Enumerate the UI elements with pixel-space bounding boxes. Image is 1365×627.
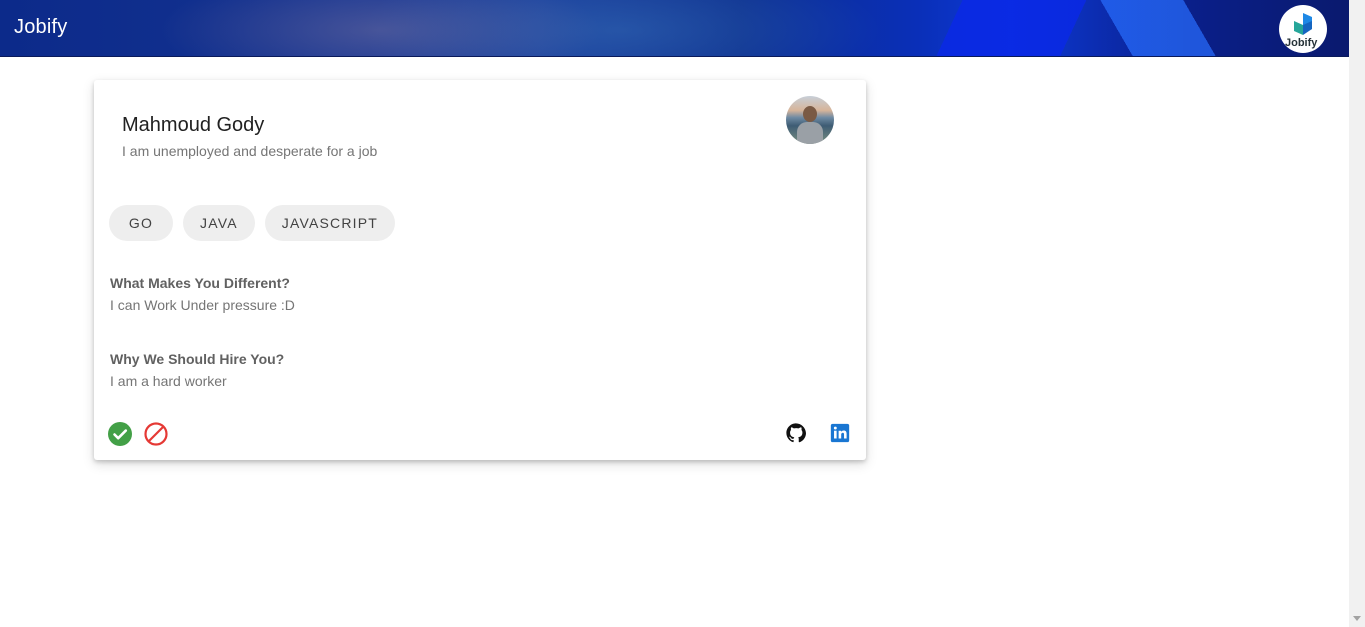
question-different: What Makes You Different? [110, 275, 290, 291]
github-icon[interactable] [785, 422, 807, 444]
logo-cube-icon [1294, 13, 1312, 35]
candidate-tagline: I am unemployed and desperate for a job [122, 143, 378, 159]
avatar [786, 96, 834, 144]
block-icon[interactable] [144, 422, 168, 446]
app-bar: Jobify Jobify [0, 0, 1349, 57]
avatar-body [797, 122, 823, 144]
avatar-head [803, 106, 817, 122]
app-logo[interactable]: Jobify [1279, 5, 1327, 53]
app-title[interactable]: Jobify [14, 16, 67, 39]
card-actions [108, 422, 168, 446]
skill-chip-java[interactable]: JAVA [183, 205, 255, 241]
answer-different: I can Work Under pressure :D [110, 297, 295, 313]
question-hire: Why We Should Hire You? [110, 351, 285, 367]
check-circle-icon[interactable] [108, 422, 132, 446]
vertical-scrollbar[interactable] [1349, 0, 1365, 627]
scroll-down-arrow-icon[interactable] [1353, 616, 1361, 621]
skill-chips: GO JAVA JAVASCRIPT [109, 205, 396, 241]
skill-chip-javascript[interactable]: JAVASCRIPT [264, 205, 396, 241]
logo-wordmark: Jobify [1285, 37, 1318, 49]
candidate-name: Mahmoud Gody [122, 114, 265, 136]
answer-hire: I am a hard worker [110, 373, 227, 389]
linkedin-icon[interactable] [829, 422, 851, 444]
skill-chip-go[interactable]: GO [109, 205, 173, 241]
candidate-card: Mahmoud Gody I am unemployed and despera… [94, 80, 866, 460]
